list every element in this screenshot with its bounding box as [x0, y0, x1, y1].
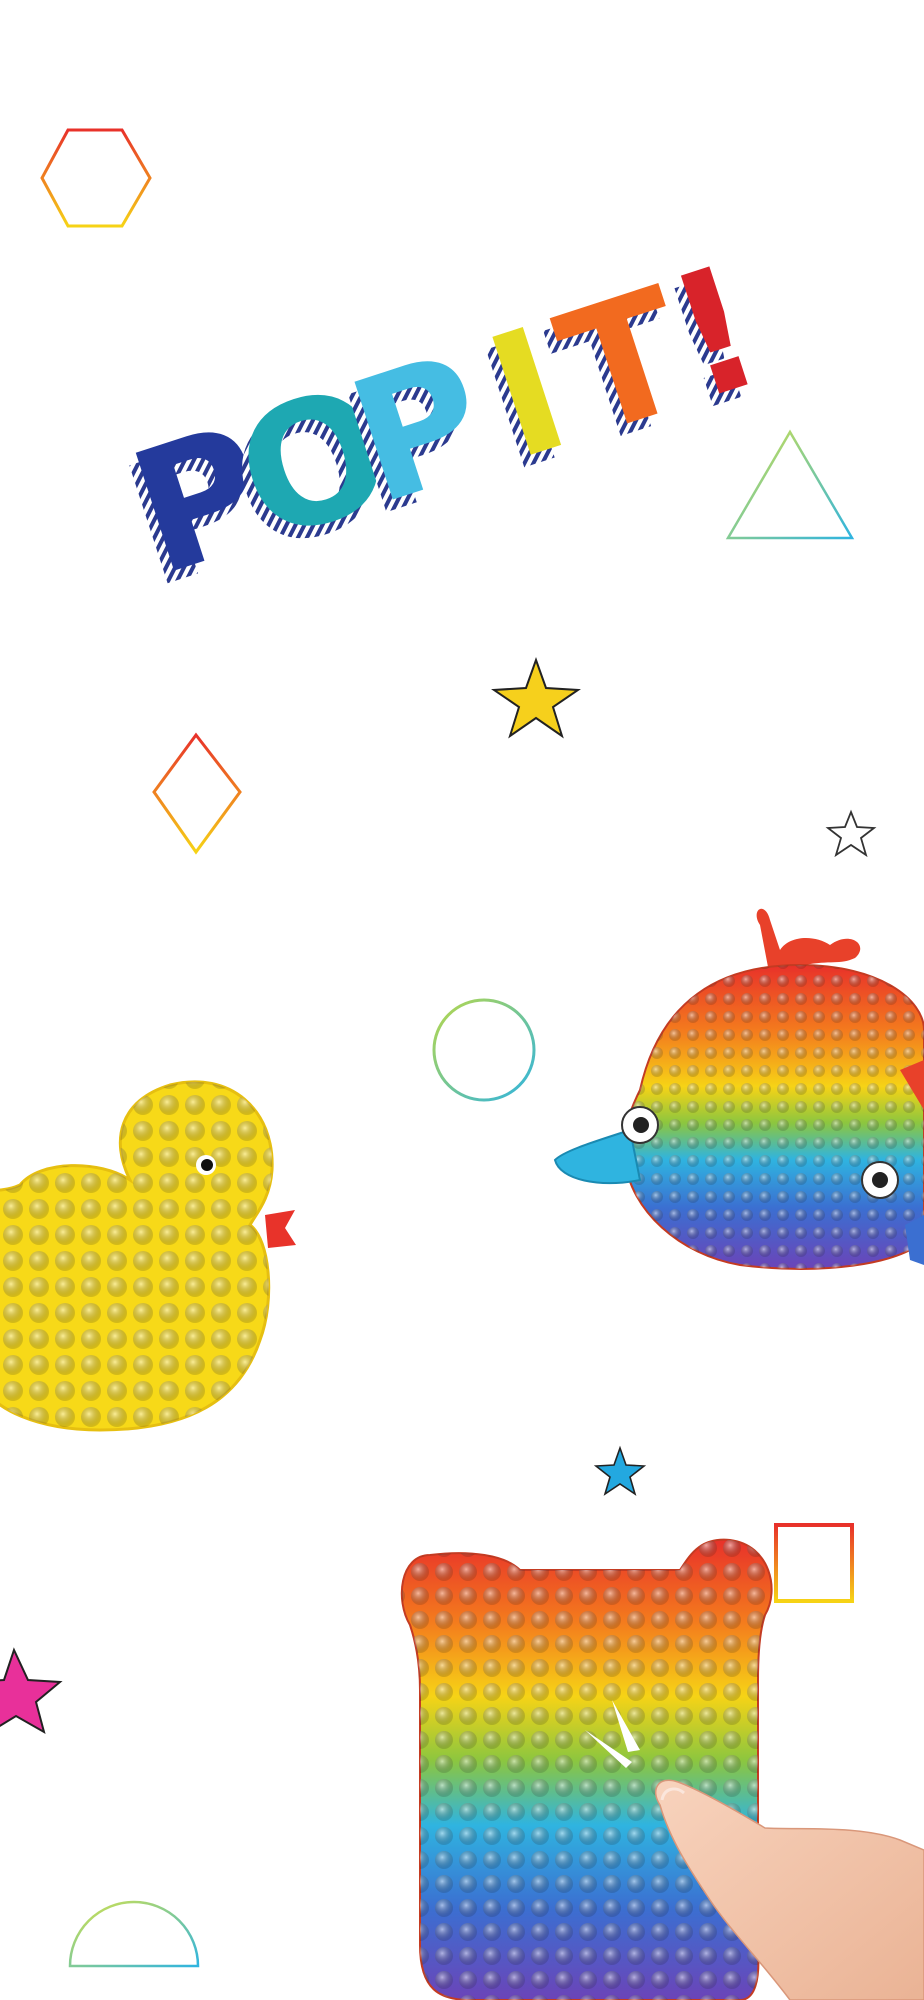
- square-outline: [774, 1523, 854, 1603]
- duck-beak: [265, 1210, 296, 1248]
- diamond-outline: [152, 732, 242, 855]
- star-pink: [0, 1647, 63, 1735]
- whale-pop-it[interactable]: [553, 908, 924, 1270]
- duck-pop-it[interactable]: [0, 1080, 296, 1432]
- star-outline: [825, 809, 877, 858]
- star-yellow: [491, 657, 581, 739]
- bear-pop-it[interactable]: [400, 1538, 773, 2000]
- star-blue: [593, 1445, 647, 1496]
- pop-it-logo: PPOOPPIITT!!: [104, 228, 783, 620]
- circle-outline: [432, 998, 536, 1102]
- semicircle-outline: [68, 1900, 200, 1968]
